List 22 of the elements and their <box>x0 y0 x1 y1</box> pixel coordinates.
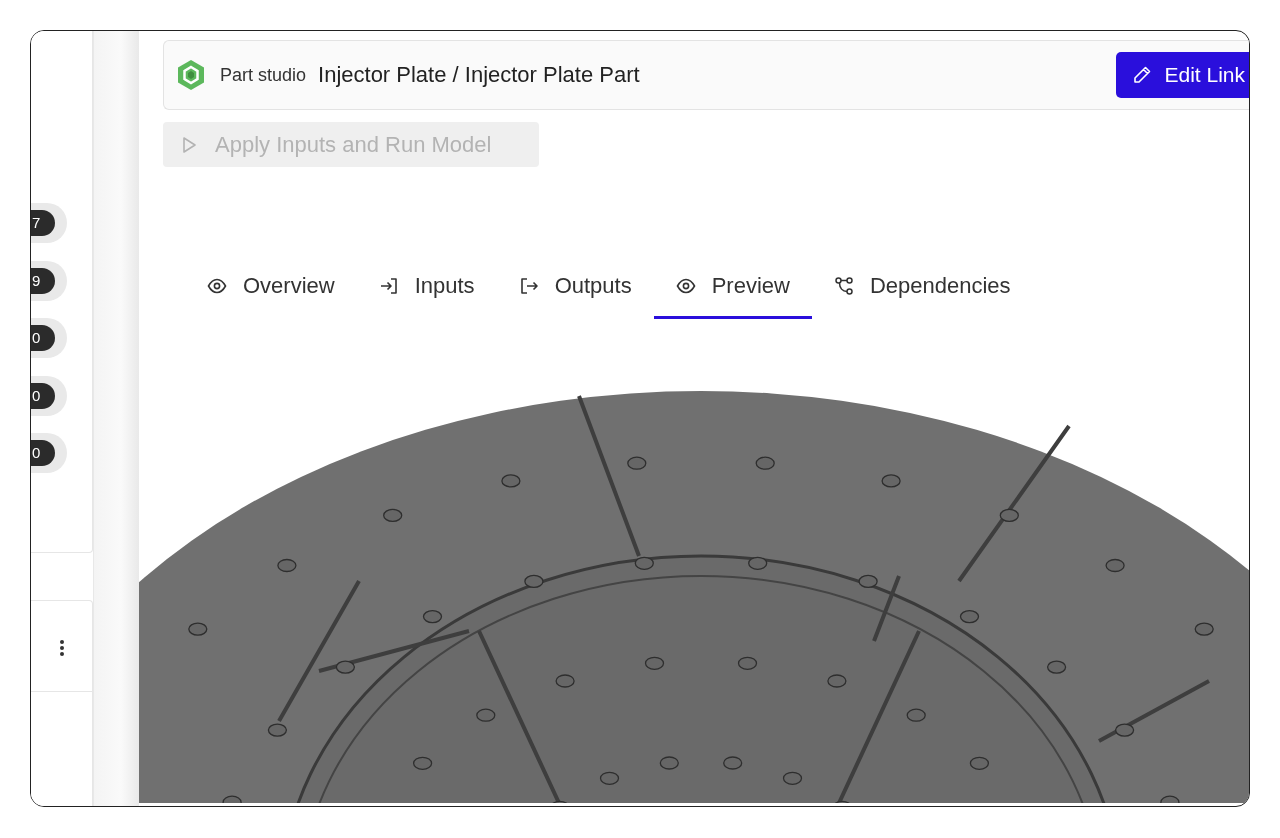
part-title: Injector Plate / Injector Plate Part <box>318 62 640 88</box>
tab[interactable]: Outputs <box>496 256 654 319</box>
count-badge: 0 <box>31 433 67 473</box>
count-badge: 0 <box>31 375 67 416</box>
count-badge: 7 <box>31 203 67 243</box>
more-icon[interactable] <box>58 639 65 657</box>
exit-arrow-icon <box>518 276 539 296</box>
type-label: Part studio <box>220 64 307 86</box>
eye-icon <box>675 276 696 296</box>
edit-link-button[interactable]: Edit Link <box>1116 52 1249 98</box>
hexagon-logo-icon <box>176 59 206 91</box>
count-badge: 0 <box>31 318 67 358</box>
tab[interactable]: Preview <box>653 256 812 319</box>
eye-icon <box>207 276 227 296</box>
nodes-icon <box>833 276 854 296</box>
tab[interactable]: Inputs <box>356 256 497 319</box>
tab[interactable]: Dependencies <box>811 256 1033 319</box>
pencil-icon <box>1132 65 1153 85</box>
tab[interactable]: Overview <box>185 256 357 319</box>
play-icon <box>181 135 197 154</box>
count-badge: 9 <box>31 260 67 301</box>
enter-arrow-icon <box>378 276 399 296</box>
